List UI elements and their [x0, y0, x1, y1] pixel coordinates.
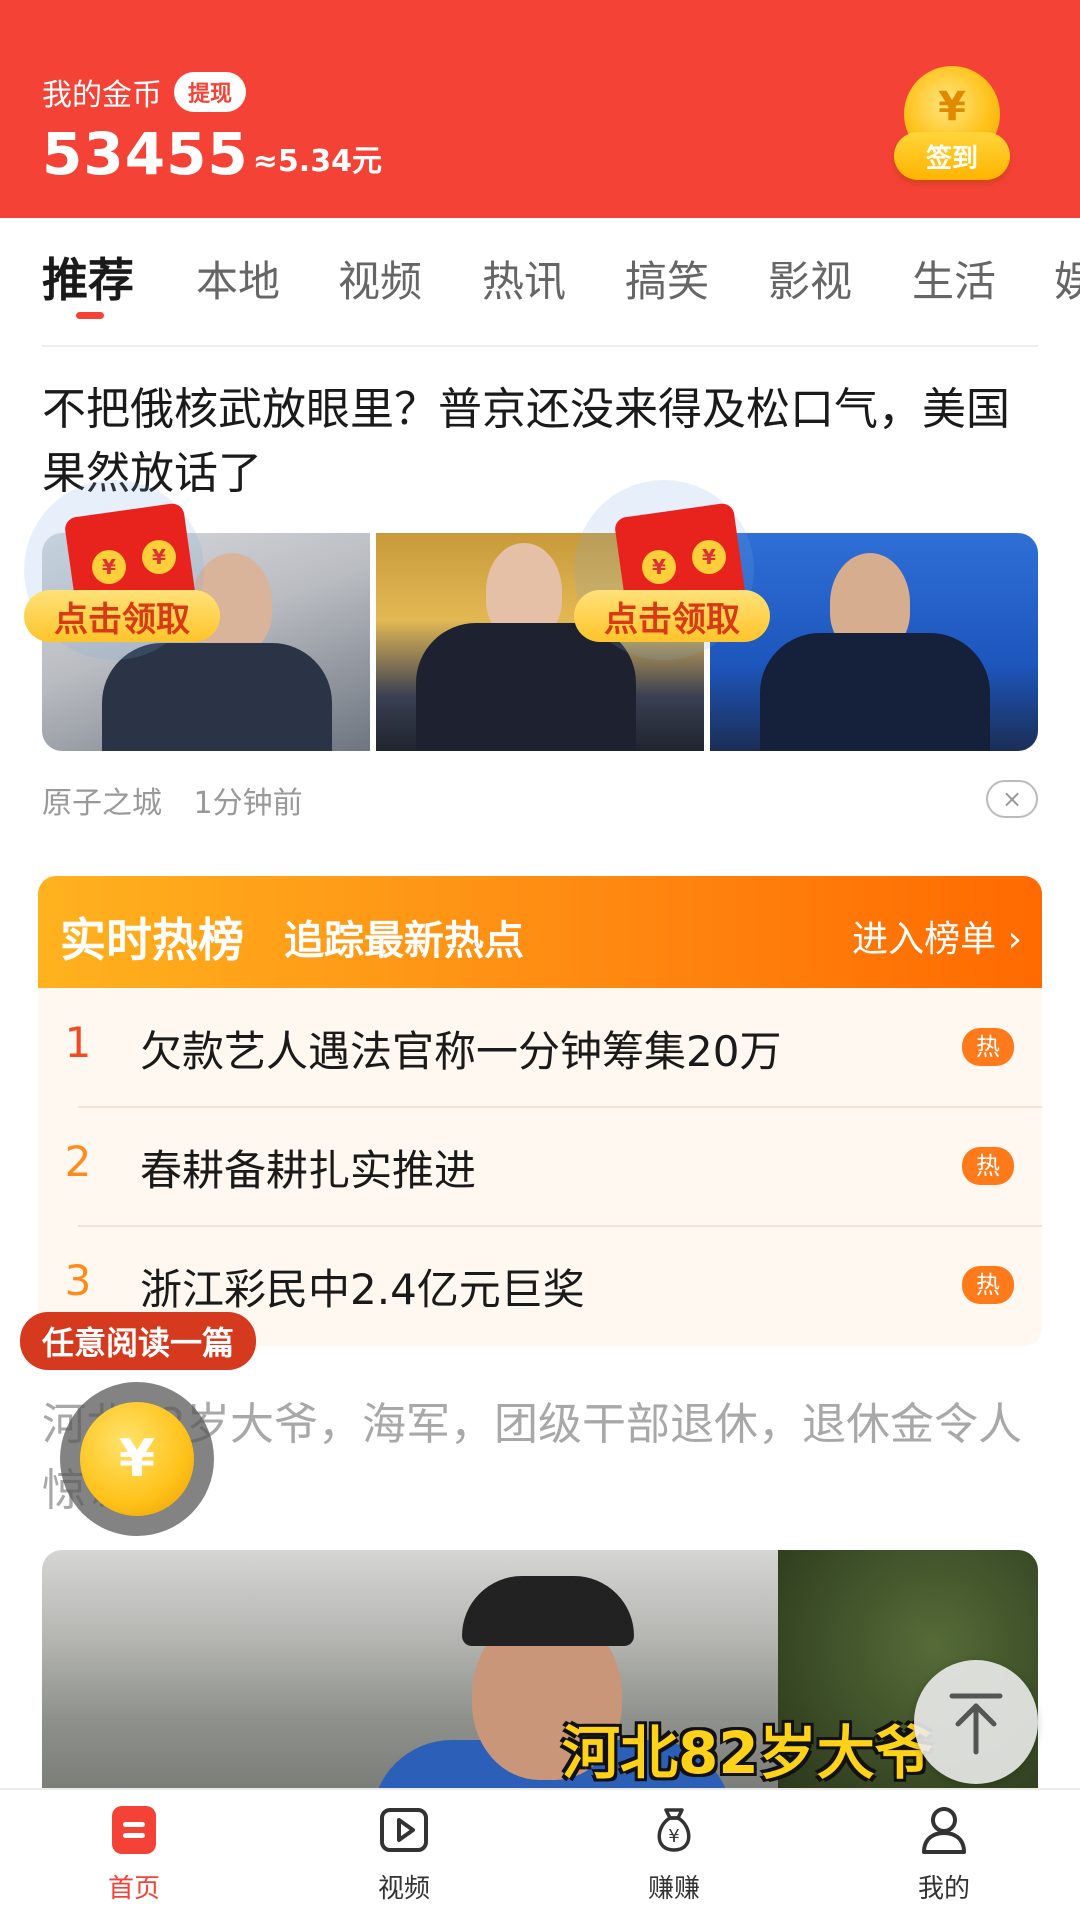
home-icon: [112, 1806, 156, 1854]
coin-label-row: 我的金币 提现: [42, 70, 247, 114]
nav-label: 首页: [107, 1874, 160, 1904]
rank-number: 2: [64, 1137, 92, 1186]
person-icon: [922, 1807, 966, 1854]
money-bag-icon: ¥: [657, 1808, 691, 1852]
hot-item-text: 浙江彩民中2.4亿元巨奖: [140, 1265, 585, 1314]
hot-badge: 热: [962, 1266, 1014, 1304]
divider: [42, 345, 1038, 347]
nav-earn[interactable]: ¥ 赚赚: [614, 1804, 734, 1905]
rank-number: 3: [64, 1256, 92, 1305]
nav-me[interactable]: 我的: [884, 1804, 1004, 1905]
tab-recommend[interactable]: 推荐: [42, 244, 134, 310]
back-to-top-button[interactable]: [914, 1660, 1038, 1784]
nav-home[interactable]: 首页: [74, 1804, 194, 1905]
withdraw-button[interactable]: 提现: [174, 72, 247, 112]
hot-list-title: 实时热榜: [60, 913, 244, 967]
hot-item-text: 春耕备耕扎实推进: [140, 1146, 477, 1195]
red-packet-label: 点击领取: [24, 590, 220, 642]
coin-label: 我的金币: [42, 78, 162, 113]
nav-label: 我的: [917, 1874, 970, 1904]
tab-life[interactable]: 生活: [912, 248, 996, 309]
tab-funny[interactable]: 搞笑: [625, 248, 709, 309]
cap-figure: [462, 1576, 634, 1646]
svg-text:¥: ¥: [668, 1826, 679, 1847]
hot-list-subtitle: 追踪最新热点: [284, 918, 524, 964]
tab-video[interactable]: 视频: [338, 248, 422, 309]
tab-entertainment[interactable]: 娱: [1054, 248, 1080, 309]
hot-badge: 热: [962, 1028, 1014, 1066]
tab-hot-news[interactable]: 热讯: [482, 248, 566, 309]
article-meta: 原子之城 1分钟前: [42, 778, 303, 822]
rank-number: 1: [64, 1018, 92, 1067]
red-packet-button[interactable]: ¥ ¥ 点击领取: [574, 480, 774, 660]
dismiss-icon[interactable]: ×: [986, 780, 1038, 818]
nav-video[interactable]: 视频: [344, 1804, 464, 1905]
hot-item-text: 欠款艺人遇法官称一分钟筹集20万: [140, 1027, 782, 1076]
coin-icon: ¥: [92, 550, 126, 584]
red-packet-label: 点击领取: [574, 590, 770, 642]
nav-label: 赚赚: [647, 1874, 700, 1904]
coin-header: 我的金币 提现 53455 ≈5.34元 ¥ 签到: [0, 0, 1080, 218]
image-caption: 河北82岁大爷: [562, 1719, 933, 1787]
red-packet-button[interactable]: ¥ ¥ 点击领取: [24, 480, 224, 660]
video-play-icon: [380, 1808, 428, 1852]
tab-local[interactable]: 本地: [196, 248, 280, 309]
nav-label: 视频: [377, 1874, 430, 1904]
active-tab-indicator: [76, 312, 104, 319]
coin-icon: ¥: [692, 540, 726, 574]
signin-button[interactable]: ¥ 签到: [890, 66, 1014, 190]
coin-count: 53455: [42, 120, 249, 188]
enter-ranking-link[interactable]: 进入榜单 ›: [852, 910, 1022, 962]
hot-list-header: 实时热榜 追踪最新热点 进入榜单 ›: [38, 876, 1042, 988]
category-tabs: 推荐 本地 视频 热讯 搞笑 影视 生活 娱: [0, 218, 1080, 346]
tab-film[interactable]: 影视: [768, 248, 852, 309]
article-time: 1分钟前: [193, 786, 303, 821]
hot-list-card: 实时热榜 追踪最新热点 进入榜单 › 1 欠款艺人遇法官称一分钟筹集20万 热 …: [38, 876, 1042, 1346]
read-task-pill[interactable]: 任意阅读一篇: [20, 1312, 256, 1370]
coin-yuan-value: ≈5.34元: [252, 144, 382, 179]
signin-label: 签到: [894, 132, 1010, 180]
hot-list-item[interactable]: 2 春耕备耕扎实推进 热: [58, 1107, 1042, 1227]
article-image[interactable]: 河北82岁大爷: [42, 1550, 1038, 1790]
hot-list-item[interactable]: 1 欠款艺人遇法官称一分钟筹集20万 热: [58, 988, 1042, 1108]
yen-icon: ¥: [938, 84, 966, 130]
bottom-nav: 首页 视频 ¥ 赚赚 我的: [0, 1788, 1080, 1920]
reading-reward-coin[interactable]: ¥: [60, 1382, 214, 1536]
arrow-up-icon: [949, 1693, 1003, 1755]
hot-badge: 热: [962, 1147, 1014, 1185]
coin-icon: ¥: [142, 540, 176, 574]
coin-balance: 53455 ≈5.34元: [42, 122, 382, 186]
coin-icon: ¥: [642, 550, 676, 584]
article-source: 原子之城: [42, 786, 162, 821]
person-figure: [760, 633, 990, 751]
yen-coin-icon: ¥: [80, 1402, 194, 1516]
